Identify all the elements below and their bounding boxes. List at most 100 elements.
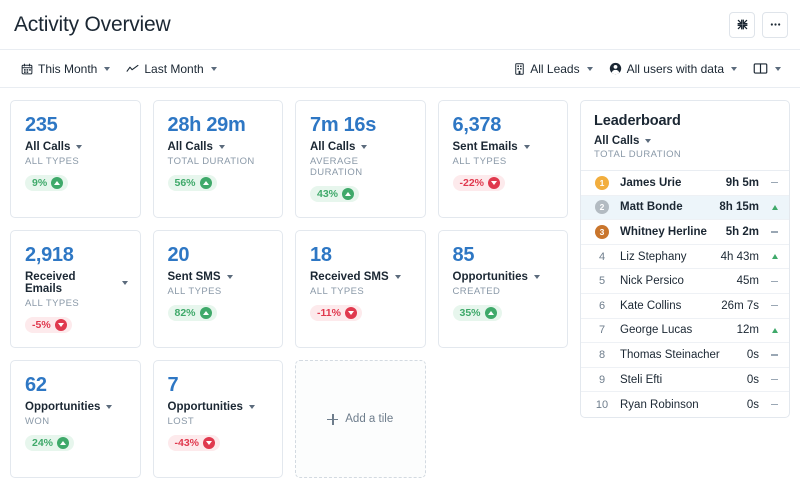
date-range-filter[interactable]: This Month (14, 58, 117, 80)
toolbar-left-group: This Month Last Month (14, 58, 224, 80)
leaderboard-row[interactable]: 4 Liz Stephany 4h 43m (581, 245, 789, 270)
tile-subtitle: ALL TYPES (25, 156, 128, 167)
tile-subtitle: LOST (168, 416, 271, 427)
leaderboard-trend (764, 354, 778, 355)
leaderboard-rank: 3 (591, 225, 613, 239)
tile-value: 6,378 (453, 114, 556, 137)
chevron-down-icon (211, 67, 217, 71)
tile-metric-label: All Calls (25, 141, 70, 153)
metric-tile[interactable]: 7m 16s All Calls AVERAGE DURATION 43% (295, 100, 426, 218)
leaderboard-row[interactable]: 3 Whitney Herline 5h 2m (581, 220, 789, 245)
collapse-button[interactable] (729, 12, 755, 38)
tile-change-value: 82% (175, 307, 196, 319)
leaderboard-user-name: Steli Efti (613, 374, 747, 386)
chevron-down-icon (106, 405, 112, 409)
tile-change-value: -5% (32, 319, 51, 331)
leaderboard-trend (764, 182, 778, 183)
leaderboard-row[interactable]: 2 Matt Bonde 8h 15m (581, 196, 789, 221)
trend-down-icon (488, 177, 500, 189)
tile-change-badge: 43% (310, 186, 359, 202)
tile-metric-selector[interactable]: Sent SMS (168, 271, 271, 283)
comparison-filter[interactable]: Last Month (119, 58, 223, 80)
trend-line-icon (126, 63, 139, 75)
metric-tile[interactable]: 62 Opportunities WON 24% (10, 360, 141, 478)
leaderboard-trend (764, 379, 778, 380)
layout-filter[interactable] (746, 58, 788, 79)
trend-up-icon (200, 177, 212, 189)
tile-subtitle: WON (25, 416, 128, 427)
metric-tile[interactable]: 85 Opportunities CREATED 35% (438, 230, 569, 348)
leaderboard-user-name: Kate Collins (613, 300, 721, 312)
leaderboard-row[interactable]: 5 Nick Persico 45m (581, 269, 789, 294)
ellipsis-icon (769, 18, 782, 31)
leaderboard-user-name: George Lucas (613, 324, 737, 336)
tile-metric-selector[interactable]: All Calls (25, 141, 128, 153)
tile-change-value: 24% (32, 437, 53, 449)
leaderboard-user-name: Ryan Robinson (613, 399, 747, 411)
leaderboard-metric-selector[interactable]: All Calls (594, 135, 776, 147)
tile-change-value: -22% (460, 177, 485, 189)
tile-metric-selector[interactable]: Opportunities (25, 401, 128, 413)
plus-icon (327, 414, 338, 425)
trend-down-icon (203, 437, 215, 449)
metric-tile[interactable]: 235 All Calls ALL TYPES 9% (10, 100, 141, 218)
tile-metric-label: Sent Emails (453, 141, 518, 153)
tile-metric-selector[interactable]: All Calls (168, 141, 271, 153)
leads-filter[interactable]: All Leads (507, 58, 599, 80)
leads-filter-label: All Leads (530, 62, 579, 76)
leaderboard-rank: 8 (591, 349, 613, 361)
chevron-down-icon (249, 405, 255, 409)
trend-up-icon (485, 307, 497, 319)
users-filter[interactable]: All users with data (602, 58, 744, 80)
metric-tile[interactable]: 18 Received SMS ALL TYPES -11% (295, 230, 426, 348)
tile-metric-label: Opportunities (168, 401, 243, 413)
metric-tile[interactable]: 2,918 Received Emails ALL TYPES -5% (10, 230, 141, 348)
tile-metric-selector[interactable]: All Calls (310, 141, 413, 153)
leaderboard-trend (764, 281, 778, 282)
more-options-button[interactable] (762, 12, 788, 38)
tile-change-badge: 35% (453, 305, 502, 321)
leaderboard-value: 0s (747, 399, 759, 411)
bronze-medal-icon: 3 (595, 225, 609, 239)
leaderboard-user-name: Whitney Herline (613, 226, 726, 238)
tile-metric-selector[interactable]: Received SMS (310, 271, 413, 283)
tile-metric-selector[interactable]: Opportunities (168, 401, 271, 413)
tile-metric-selector[interactable]: Opportunities (453, 271, 556, 283)
metric-tile[interactable]: 6,378 Sent Emails ALL TYPES -22% (438, 100, 569, 218)
trend-down-icon (55, 319, 67, 331)
leaderboard-user-name: Nick Persico (613, 275, 737, 287)
tile-change-value: -43% (175, 437, 200, 449)
leaderboard-trend (764, 254, 778, 259)
tile-value: 20 (168, 244, 271, 267)
leaderboard-row[interactable]: 6 Kate Collins 26m 7s (581, 294, 789, 319)
leaderboard-row[interactable]: 7 George Lucas 12m (581, 319, 789, 344)
gold-medal-icon: 1 (595, 176, 609, 190)
metric-tile[interactable]: 28h 29m All Calls TOTAL DURATION 56% (153, 100, 284, 218)
chevron-down-icon (775, 67, 781, 71)
leaderboard-value: 45m (737, 275, 759, 287)
add-tile-button[interactable]: Add a tile (295, 360, 426, 478)
metric-tile-grid: 235 All Calls ALL TYPES 9% 28h 29m All C… (10, 100, 568, 492)
calendar-icon (21, 63, 33, 75)
leaderboard-user-name: Matt Bonde (613, 201, 719, 213)
tile-metric-selector[interactable]: Received Emails (25, 271, 128, 295)
dashboard-content: 235 All Calls ALL TYPES 9% 28h 29m All C… (0, 88, 800, 502)
trend-flat-icon (771, 281, 778, 282)
metric-tile[interactable]: 7 Opportunities LOST -43% (153, 360, 284, 478)
leaderboard-trend (764, 205, 778, 210)
leaderboard-user-name: James Urie (613, 177, 726, 189)
leaderboard-row[interactable]: 8 Thomas Steinacher 0s (581, 343, 789, 368)
leaderboard-row[interactable]: 10 Ryan Robinson 0s (581, 392, 789, 417)
silver-medal-icon: 2 (595, 200, 609, 214)
leaderboard-row[interactable]: 1 James Urie 9h 5m (581, 171, 789, 196)
leaderboard-row[interactable]: 9 Steli Efti 0s (581, 368, 789, 393)
tile-metric-label: Opportunities (25, 401, 100, 413)
leaderboard-trend (764, 305, 778, 306)
chevron-down-icon (587, 67, 593, 71)
tile-change-badge: 9% (25, 175, 68, 191)
metric-tile[interactable]: 20 Sent SMS ALL TYPES 82% (153, 230, 284, 348)
trend-flat-icon (771, 231, 778, 232)
tile-value: 62 (25, 374, 128, 397)
leaderboard-subtitle: TOTAL DURATION (594, 149, 776, 160)
tile-metric-selector[interactable]: Sent Emails (453, 141, 556, 153)
